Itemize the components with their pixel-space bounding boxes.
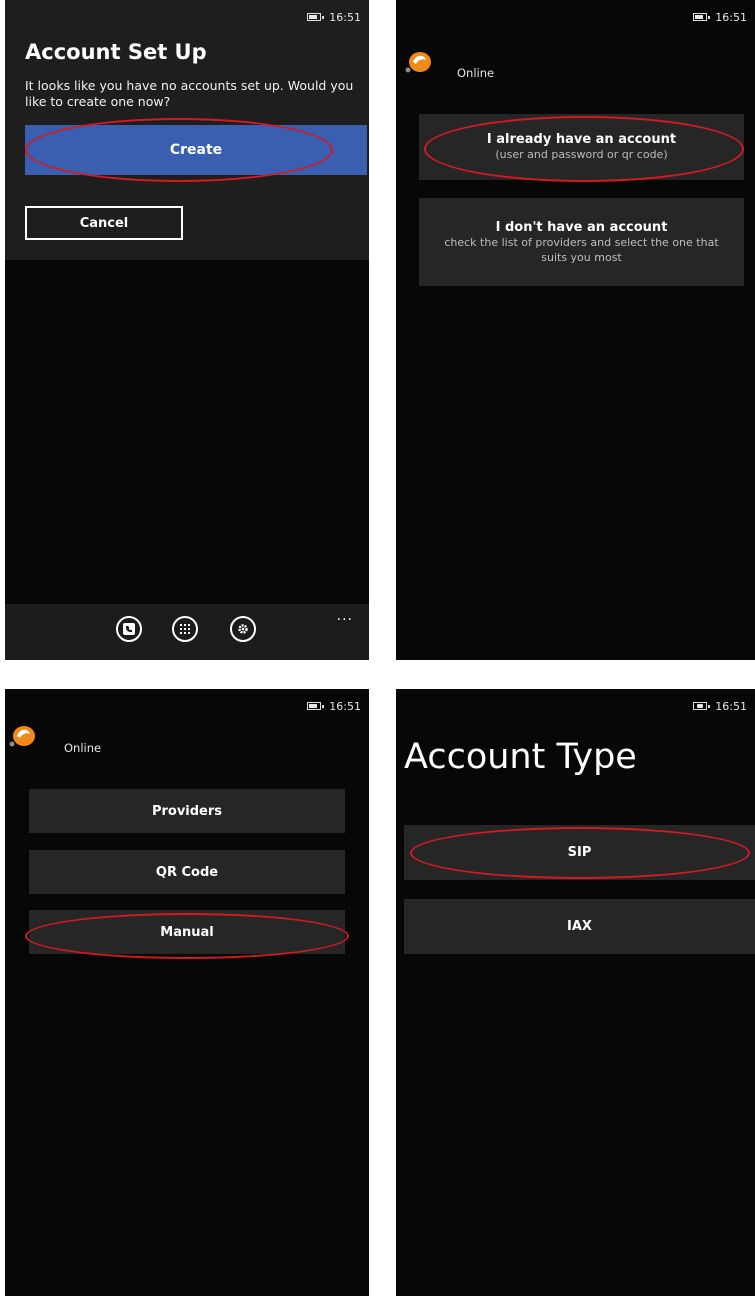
- connection-status: Online: [64, 741, 102, 755]
- more-options-button[interactable]: ...: [337, 608, 353, 624]
- settings-icon[interactable]: [230, 616, 256, 642]
- iax-button[interactable]: IAX: [404, 899, 755, 954]
- have-account-button[interactable]: I already have an account (user and pass…: [419, 114, 744, 180]
- status-bar: 16:51: [693, 9, 747, 25]
- status-time: 16:51: [715, 10, 747, 24]
- status-time: 16:51: [329, 699, 361, 713]
- battery-icon: [307, 13, 325, 21]
- screen-setup-method: 16:51 Online Providers QR Code Manual: [5, 689, 369, 1296]
- no-account-button[interactable]: I don't have an account check the list o…: [419, 198, 744, 286]
- option-title: I already have an account: [486, 132, 677, 147]
- battery-icon: [693, 13, 711, 21]
- connection-status: Online: [457, 66, 495, 80]
- option-subtitle: check the list of providers and select t…: [444, 235, 719, 264]
- status-bar: 16:51: [307, 698, 361, 714]
- app-logo-icon: [9, 726, 35, 747]
- status-time: 16:51: [329, 10, 361, 24]
- battery-icon: [307, 702, 325, 710]
- page-title: Account Type: [404, 737, 637, 777]
- dialpad-icon[interactable]: [172, 616, 198, 642]
- manual-button[interactable]: Manual: [29, 910, 345, 954]
- option-label: QR Code: [155, 864, 219, 880]
- screen-account-choice: 16:51 Online I already have an account (…: [396, 0, 755, 660]
- providers-button[interactable]: Providers: [29, 789, 345, 833]
- status-bar: 16:51: [307, 9, 361, 25]
- screen-account-type: 16:51 Account Type SIP IAX: [396, 689, 755, 1296]
- dialog-title: Account Set Up: [25, 40, 207, 64]
- option-label: Manual: [160, 924, 214, 940]
- battery-charging-icon: [693, 702, 711, 710]
- app-logo-icon: [405, 52, 431, 73]
- status-time: 16:51: [715, 699, 747, 713]
- option-label: Providers: [151, 803, 223, 819]
- app-bar: ...: [5, 604, 369, 660]
- option-subtitle: (user and password or qr code): [495, 148, 668, 161]
- option-title: I don't have an account: [495, 219, 668, 235]
- create-button[interactable]: Create: [25, 125, 367, 175]
- sip-button[interactable]: SIP: [404, 825, 755, 880]
- cancel-button[interactable]: Cancel: [25, 206, 183, 240]
- status-bar: 16:51: [693, 698, 747, 714]
- contacts-icon[interactable]: [116, 616, 142, 642]
- dialog-message: It looks like you have no accounts set u…: [25, 78, 354, 109]
- option-label: IAX: [567, 919, 592, 934]
- option-label: SIP: [567, 845, 592, 860]
- qr-code-button[interactable]: QR Code: [29, 850, 345, 894]
- screen-account-setup: Account Set Up It looks like you have no…: [5, 0, 369, 660]
- account-setup-dialog: Account Set Up It looks like you have no…: [5, 0, 369, 260]
